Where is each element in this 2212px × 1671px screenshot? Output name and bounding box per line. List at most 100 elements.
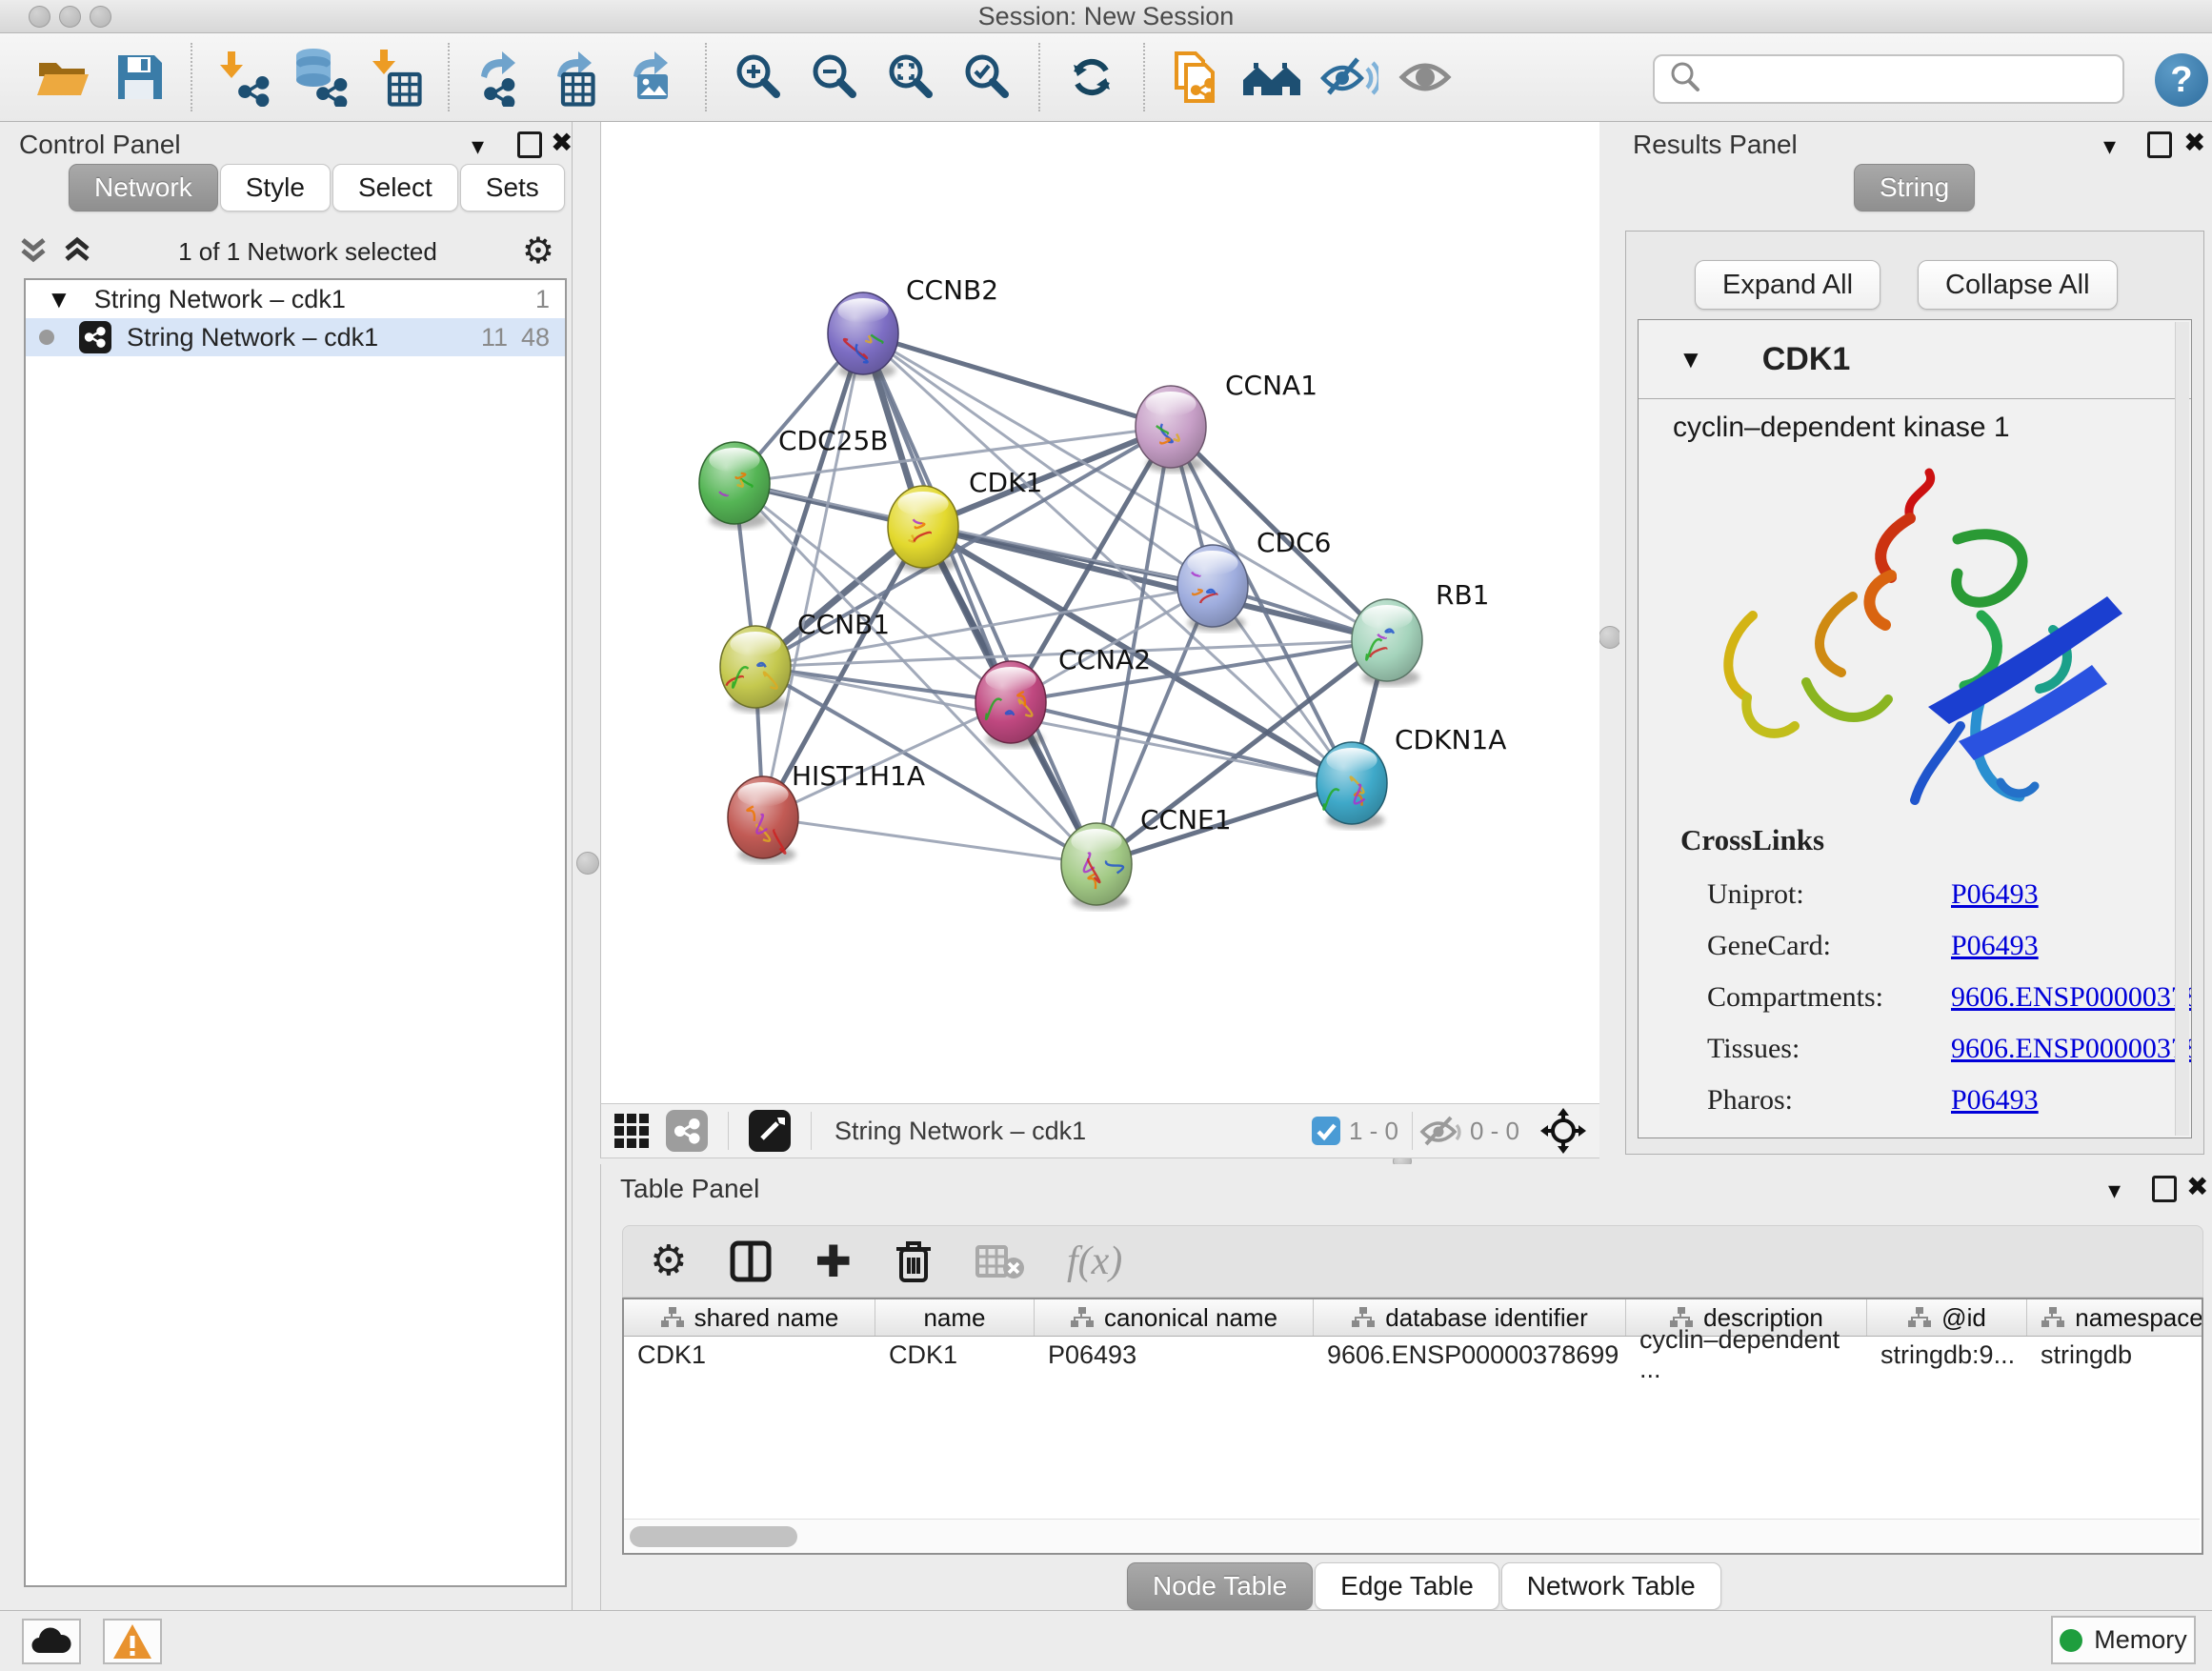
network-edge[interactable] <box>763 333 863 817</box>
table-cell[interactable]: CDK1 <box>624 1337 875 1373</box>
results-scrollbar[interactable] <box>2175 322 2189 1136</box>
table-row[interactable]: CDK1CDK1P064939606.ENSP00000378699cyclin… <box>624 1337 2202 1373</box>
collection-row[interactable]: ▼ String Network – cdk1 1 <box>26 280 565 318</box>
crosslink-link[interactable]: 9606.ENSP00000378699 <box>1951 981 2192 1014</box>
open-folder-button[interactable] <box>31 46 94 109</box>
left-splitter-handle[interactable] <box>576 852 599 875</box>
network-type-icon[interactable] <box>666 1099 708 1162</box>
network-node-CCNA1[interactable]: CCNA1 <box>1136 370 1317 473</box>
zoom-fit-button[interactable] <box>879 46 942 109</box>
add-column-icon[interactable]: ✚ <box>814 1239 852 1283</box>
save-button[interactable] <box>108 46 171 109</box>
expand-all-button[interactable]: Expand All <box>1695 260 1880 310</box>
collapse-all-button[interactable]: Collapse All <box>1918 260 2118 310</box>
crosslink-link[interactable]: P06493 <box>1951 930 2039 962</box>
panel-float-icon[interactable] <box>517 131 542 158</box>
crosslink-label: Compartments: <box>1707 981 1883 1013</box>
search-input[interactable] <box>1704 64 2108 95</box>
selected-checkbox-icon[interactable] <box>1311 1116 1341 1146</box>
column-header-namespace[interactable]: namespace <box>2027 1299 2203 1336</box>
gear-icon[interactable]: ⚙ <box>650 1240 687 1282</box>
tab-select[interactable]: Select <box>332 164 458 211</box>
tab-sets[interactable]: Sets <box>460 164 565 211</box>
network-node-RB1[interactable]: RB1 <box>1352 579 1489 686</box>
panel-float-icon[interactable] <box>2147 131 2172 158</box>
network-node-HIST1H1A[interactable]: HIST1H1A <box>728 760 925 863</box>
houses-button[interactable] <box>1241 46 1304 109</box>
table-cell[interactable]: CDK1 <box>875 1337 1035 1373</box>
network-node-CCNE1[interactable]: CCNE1 <box>1061 804 1232 910</box>
panel-close-icon[interactable]: ✖ <box>2183 130 2205 156</box>
crosslink-link[interactable]: 9606.ENSP00000378699 <box>1951 1033 2192 1065</box>
network-row-selected[interactable]: String Network – cdk1 11 48 <box>26 318 565 356</box>
birdseye-view-icon[interactable] <box>749 1099 791 1162</box>
warning-button[interactable] <box>103 1619 162 1664</box>
search-box[interactable] <box>1653 54 2124 104</box>
table-cell[interactable]: stringdb:9... <box>1867 1337 2027 1373</box>
delete-column-icon[interactable] <box>894 1238 934 1284</box>
grid-view-icon[interactable] <box>611 1099 653 1162</box>
right-splitter-handle[interactable] <box>1599 626 1621 649</box>
import-network-button[interactable] <box>212 46 275 109</box>
network-edge[interactable] <box>863 333 1171 427</box>
tab-network[interactable]: Network <box>69 164 218 211</box>
clone-network-button[interactable] <box>1165 46 1228 109</box>
tab-node-table[interactable]: Node Table <box>1127 1562 1313 1610</box>
export-network-button[interactable] <box>470 46 533 109</box>
disclosure-triangle-icon[interactable]: ▼ <box>1679 347 1703 372</box>
network-node-CDKN1A[interactable]: CDKN1A <box>1317 724 1506 829</box>
help-button[interactable]: ? <box>2155 53 2208 107</box>
export-table-button[interactable] <box>546 46 609 109</box>
scrollbar-thumb[interactable] <box>630 1526 797 1547</box>
network-canvas[interactable]: CCNB2CCNA1CDC25BCDK1CDC6RB1CCNB1CCNA2CDK… <box>600 122 1599 1103</box>
tab-string[interactable]: String <box>1854 164 1975 211</box>
panel-menu-icon[interactable]: ▾ <box>2103 133 2116 158</box>
crosslink-link[interactable]: P06493 <box>1951 878 2039 911</box>
disclosure-triangle-icon[interactable]: ▼ <box>47 287 71 312</box>
show-columns-icon[interactable] <box>729 1239 773 1283</box>
expand-all-icon[interactable] <box>17 232 50 272</box>
node-label: CCNA1 <box>1225 370 1317 401</box>
panel-close-icon[interactable]: ✖ <box>2186 1174 2208 1200</box>
table-cell[interactable]: P06493 <box>1035 1337 1314 1373</box>
tab-style[interactable]: Style <box>220 164 331 211</box>
zoom-out-button[interactable] <box>803 46 866 109</box>
column-header-@id[interactable]: @id <box>1867 1299 2027 1336</box>
column-header-canonical-name[interactable]: canonical name <box>1035 1299 1314 1336</box>
gear-icon[interactable]: ⚙ <box>522 233 554 270</box>
zoom-selected-button[interactable] <box>955 46 1018 109</box>
panel-close-icon[interactable]: ✖ <box>551 130 573 156</box>
hidden-eye-icon[interactable] <box>1418 1112 1462 1150</box>
application-window: Session: New Session ? Control Panel ▾ ✖… <box>0 0 2212 1671</box>
memory-button[interactable]: Memory <box>2051 1616 2196 1664</box>
node-label: CDK1 <box>969 467 1042 498</box>
control-panel: Control Panel ▾ ✖ NetworkStyleSelectSets… <box>0 122 573 1610</box>
column-header-name[interactable]: name <box>875 1299 1035 1336</box>
network-edge[interactable] <box>763 817 1096 864</box>
table-cell[interactable]: 9606.ENSP00000378699 <box>1314 1337 1626 1373</box>
panel-menu-icon[interactable]: ▾ <box>472 133 484 158</box>
fit-selected-icon[interactable] <box>1540 1108 1586 1154</box>
column-label: database identifier <box>1385 1303 1587 1333</box>
import-table-button[interactable] <box>365 46 428 109</box>
refresh-button[interactable] <box>1060 46 1123 109</box>
panel-float-icon[interactable] <box>2152 1176 2177 1202</box>
table-cell[interactable]: cyclin–dependent ... <box>1626 1337 1867 1373</box>
export-image-button[interactable] <box>622 46 685 109</box>
gene-header-row[interactable]: ▼ CDK1 <box>1639 320 2191 399</box>
column-header-shared-name[interactable]: shared name <box>624 1299 875 1336</box>
crosslink-link[interactable]: P06493 <box>1951 1084 2039 1117</box>
import-database-button[interactable] <box>289 46 352 109</box>
table-header-row[interactable]: shared namenamecanonical name database id… <box>624 1299 2202 1337</box>
zoom-in-button[interactable] <box>727 46 790 109</box>
table-cell[interactable]: stringdb <box>2027 1337 2203 1373</box>
table-horizontal-scrollbar[interactable] <box>624 1519 2200 1552</box>
network-edge[interactable] <box>1011 702 1352 783</box>
tab-network-table[interactable]: Network Table <box>1501 1562 1721 1610</box>
tab-edge-table[interactable]: Edge Table <box>1315 1562 1499 1610</box>
column-header-database-identifier[interactable]: database identifier <box>1314 1299 1626 1336</box>
panel-menu-icon[interactable]: ▾ <box>2108 1178 2121 1202</box>
cloud-button[interactable] <box>22 1619 81 1664</box>
collapse-all-icon[interactable] <box>61 232 93 272</box>
eye-slash-blue-button[interactable] <box>1317 46 1380 109</box>
